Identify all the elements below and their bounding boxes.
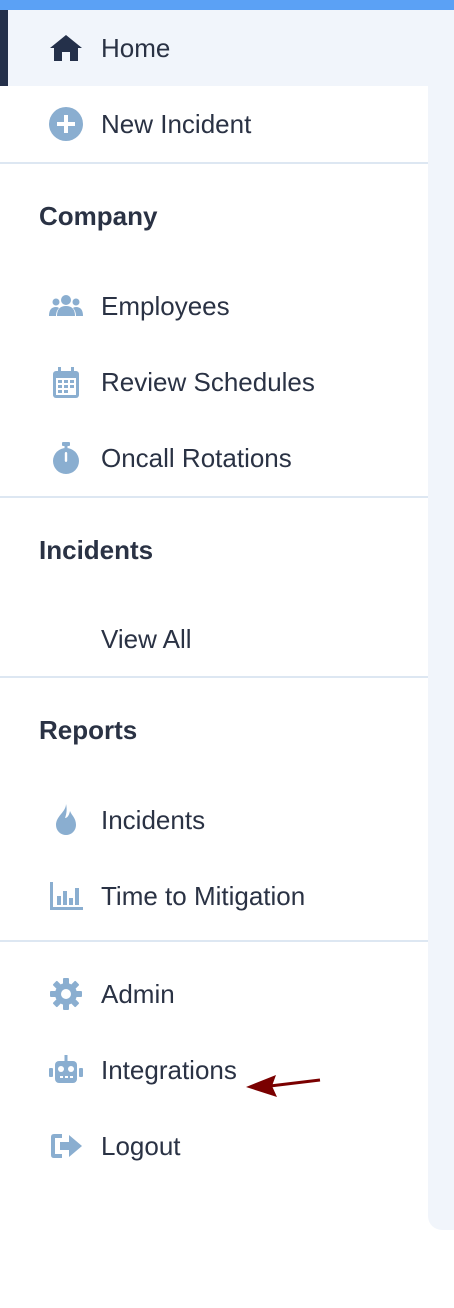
sidebar-item-label: Integrations [101,1054,237,1085]
sidebar-item-view-all[interactable]: View All [0,602,428,676]
section-title-incidents: Incidents [39,534,154,565]
section-title-reports: Reports [39,714,138,745]
gear-icon [47,975,85,1013]
sidebar-item-label: Incidents [101,804,206,835]
sidebar-item-label: View All [101,623,192,654]
sidebar-item-label: Review Schedules [101,366,315,397]
sidebar-item-logout[interactable]: Logout [0,1108,428,1184]
section-title-company: Company [39,200,158,231]
sidebar-item-label: Admin [101,978,175,1009]
home-icon [47,29,85,67]
sidebar-item-label: Home [101,32,171,63]
sidebar-item-label: Time to Mitigation [101,880,306,911]
stopwatch-icon [47,439,85,477]
sidebar-item-time-to-mitigation[interactable]: Time to Mitigation [0,858,428,934]
fire-icon [47,801,85,839]
users-icon [47,287,85,325]
sidebar: Home New Incident Company Employees Revi… [0,10,428,1184]
main-content-panel [428,10,454,1230]
sidebar-item-oncall-rotations[interactable]: Oncall Rotations [0,420,428,496]
plus-circle-icon [47,105,85,143]
robot-icon [47,1051,85,1089]
sidebar-item-employees[interactable]: Employees [0,268,428,344]
sidebar-item-home[interactable]: Home [0,10,428,86]
sidebar-item-label: Employees [101,290,230,321]
sidebar-item-label: New Incident [101,108,252,139]
sidebar-item-integrations[interactable]: Integrations [0,1032,428,1108]
logout-icon [47,1127,85,1165]
sidebar-item-label: Logout [101,1130,181,1161]
sidebar-item-reports-incidents[interactable]: Incidents [0,782,428,858]
sidebar-item-new-incident[interactable]: New Incident [0,86,428,162]
annotation-arrow-icon [246,1075,321,1097]
sidebar-item-admin[interactable]: Admin [0,956,428,1032]
top-accent-bar [0,0,454,10]
bar-chart-icon [47,877,85,915]
calendar-icon [47,363,85,401]
sidebar-item-review-schedules[interactable]: Review Schedules [0,344,428,420]
sidebar-item-label: Oncall Rotations [101,442,292,473]
